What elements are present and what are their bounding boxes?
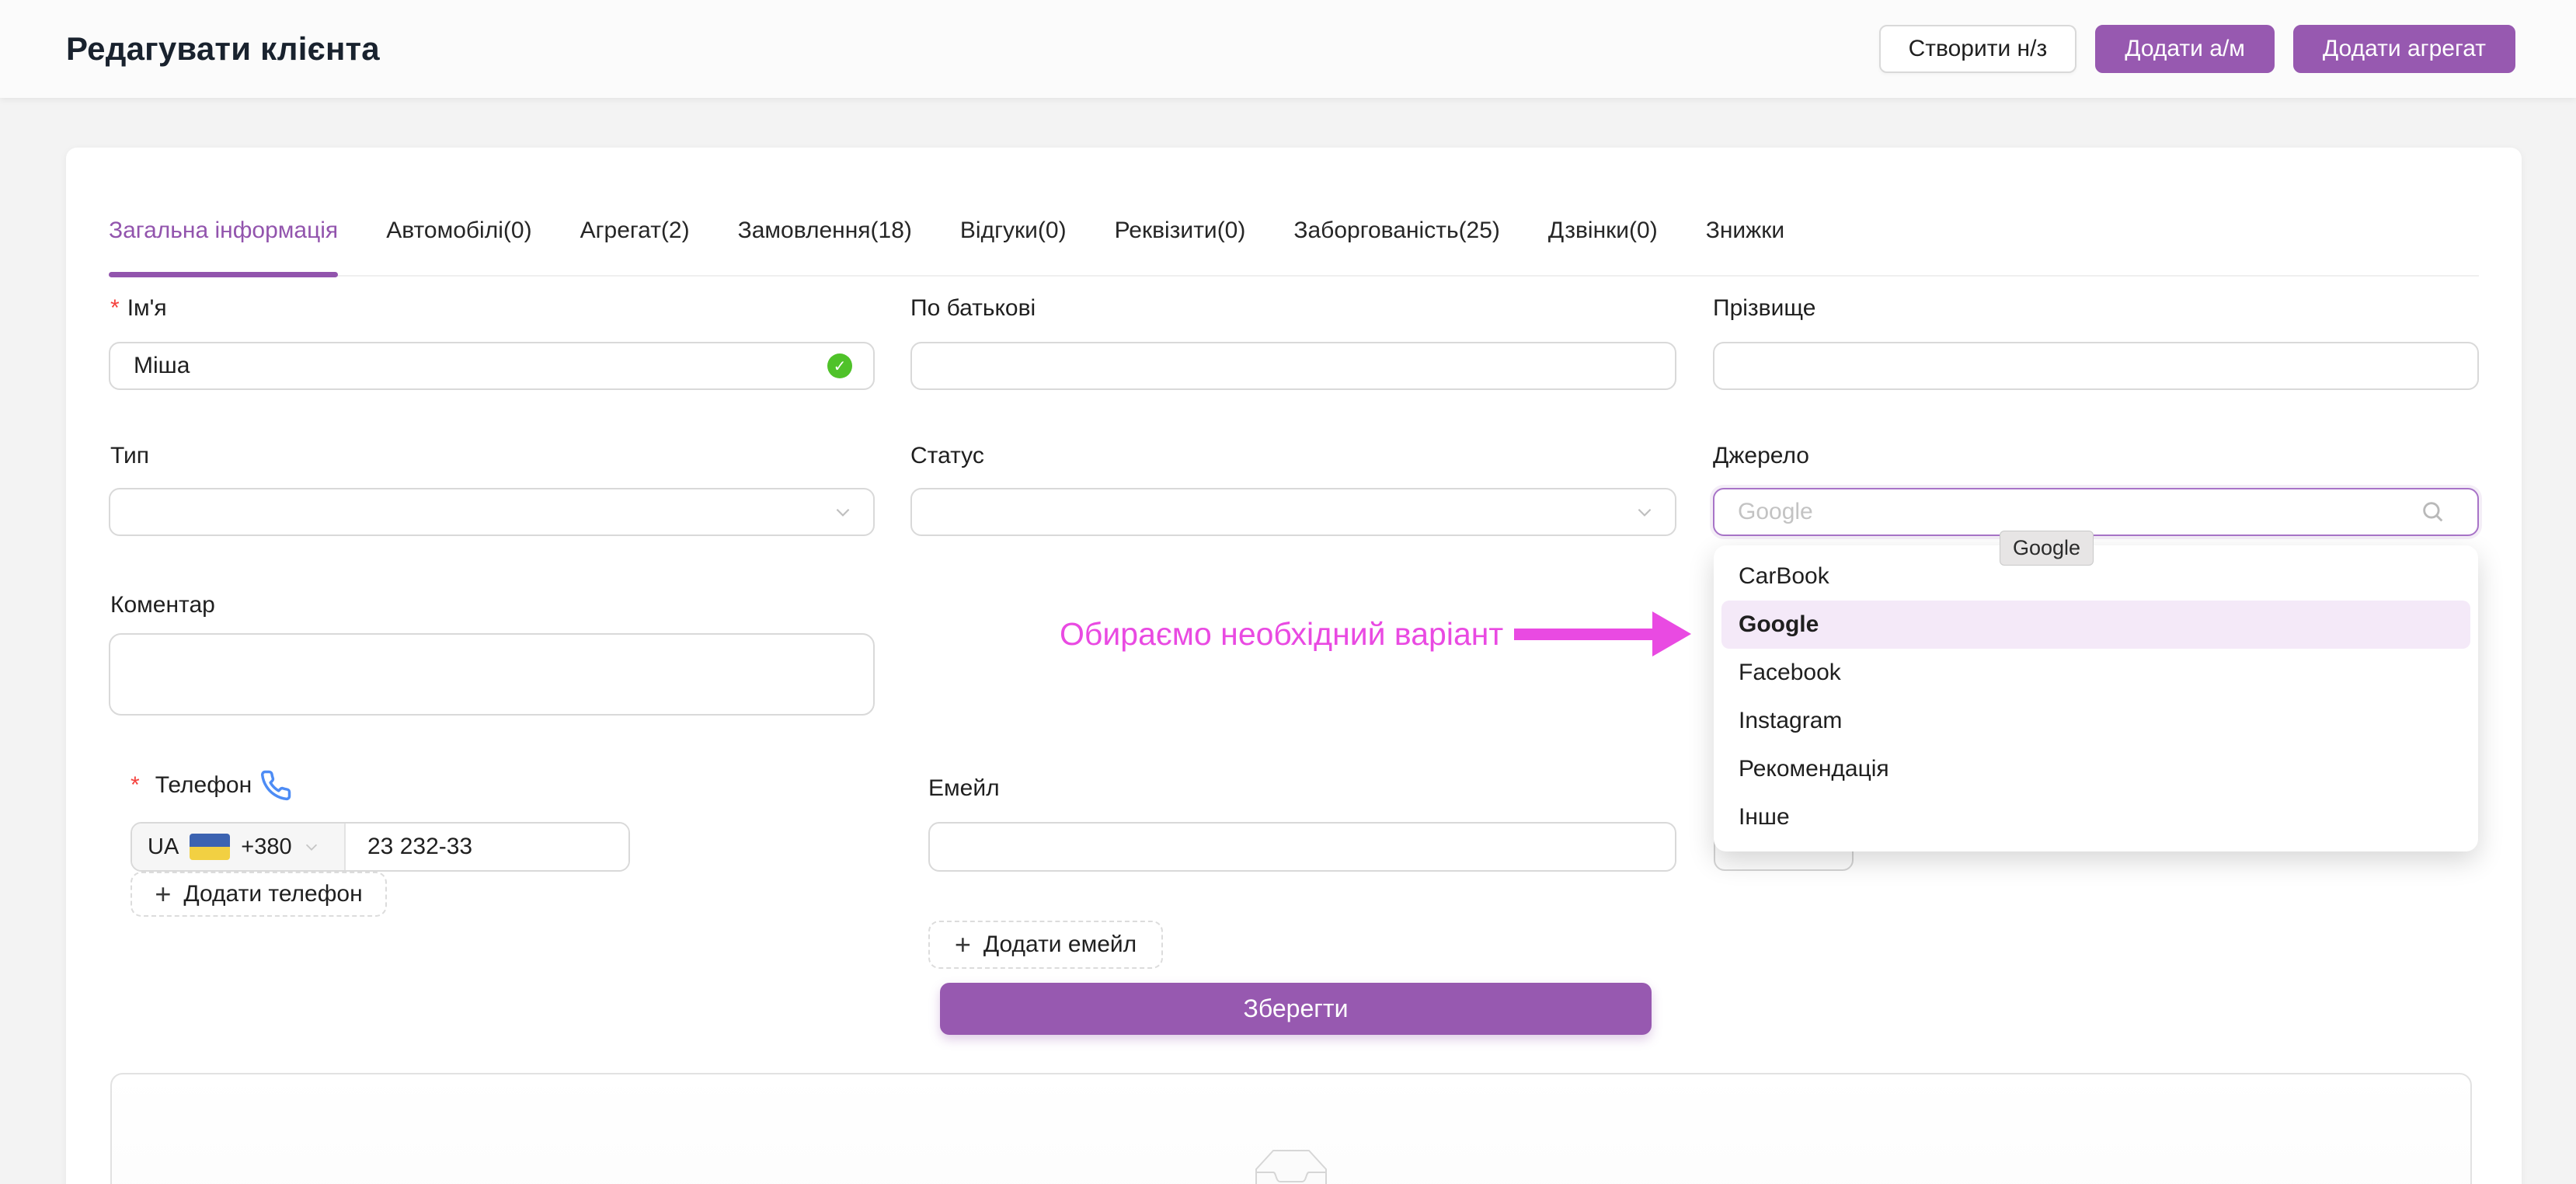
valid-check-icon: ✓	[827, 353, 852, 378]
plus-icon: +	[955, 931, 971, 959]
annotation-arrow	[1514, 629, 1652, 640]
phone-icon	[259, 769, 292, 802]
type-label: Тип	[110, 443, 149, 469]
tab-orders[interactable]: Замовлення(18)	[738, 204, 912, 275]
chevron-down-icon	[833, 502, 853, 522]
topbar-actions: Створити н/з Додати а/м Додати агрегат	[1879, 25, 2515, 73]
source-label: Джерело	[1713, 443, 1809, 469]
source-tooltip: Google	[2000, 531, 2094, 566]
tab-discounts[interactable]: Знижки	[1706, 204, 1784, 275]
tab-debt[interactable]: Заборгованість(25)	[1293, 204, 1500, 275]
last-name-label: Прізвище	[1713, 295, 1815, 322]
tab-aggregate[interactable]: Агрегат(2)	[580, 204, 690, 275]
add-car-button[interactable]: Додати а/м	[2095, 25, 2275, 73]
first-name-input[interactable]	[109, 342, 875, 390]
option-other[interactable]: Інше	[1714, 793, 2478, 841]
dial-code: +380	[241, 834, 291, 860]
annotation: Обираємо необхідний варіант	[1060, 608, 1691, 660]
client-card: Загальна інформація Автомобілі(0) Агрега…	[66, 148, 2522, 1184]
option-carbook[interactable]: CarBook	[1714, 552, 2478, 601]
save-button[interactable]: Зберегти	[940, 983, 1652, 1035]
middle-name-label: По батькові	[910, 295, 1036, 322]
country-code: UA	[148, 834, 179, 860]
add-aggregate-button[interactable]: Додати агрегат	[2293, 25, 2515, 73]
phone-number-input[interactable]	[346, 824, 628, 870]
email-input[interactable]	[928, 822, 1676, 872]
tab-reviews[interactable]: Відгуки(0)	[960, 204, 1067, 275]
comment-textarea[interactable]	[109, 633, 875, 716]
phone-country-selector[interactable]: UA +380	[132, 824, 346, 870]
required-asterisk: *	[110, 295, 120, 321]
tab-calls[interactable]: Дзвінки(0)	[1548, 204, 1658, 275]
annotation-arrowhead-icon	[1652, 611, 1691, 656]
tab-requisites[interactable]: Реквізити(0)	[1115, 204, 1246, 275]
source-search-input[interactable]	[1713, 488, 2479, 536]
email-label: Емейл	[928, 775, 1000, 802]
add-phone-button[interactable]: + Додати телефон	[131, 872, 387, 917]
edit-client-page: Редагувати клієнта Створити н/з Додати а…	[0, 0, 2576, 1184]
status-label: Статус	[910, 443, 984, 469]
type-select[interactable]	[109, 488, 875, 536]
annotation-text: Обираємо необхідний варіант	[1060, 616, 1503, 653]
ukraine-flag-icon	[190, 834, 230, 860]
tab-bar: Загальна інформація Автомобілі(0) Агрега…	[109, 204, 2479, 277]
required-asterisk: *	[131, 772, 140, 799]
tab-general-info[interactable]: Загальна інформація	[109, 204, 338, 275]
plus-icon: +	[155, 880, 171, 908]
option-google[interactable]: Google	[1721, 601, 2470, 649]
first-name-label: *Ім'я	[110, 295, 167, 322]
option-recommendation[interactable]: Рекомендація	[1714, 745, 2478, 793]
phone-input-group: UA +380	[131, 822, 630, 872]
phone-label: Телефон	[155, 772, 252, 799]
comment-label: Коментар	[110, 592, 215, 618]
status-select[interactable]	[910, 488, 1676, 536]
phone-label-row: * Телефон	[131, 769, 292, 802]
chevron-down-icon	[303, 838, 320, 855]
middle-name-input[interactable]	[910, 342, 1676, 390]
empty-inbox-icon	[1255, 1150, 1327, 1184]
create-order-button[interactable]: Створити н/з	[1879, 25, 2077, 73]
tab-cars[interactable]: Автомобілі(0)	[386, 204, 531, 275]
last-name-input[interactable]	[1713, 342, 2479, 390]
page-title: Редагувати клієнта	[66, 30, 1879, 68]
search-icon	[2420, 499, 2446, 525]
topbar: Редагувати клієнта Створити н/з Додати а…	[0, 0, 2576, 98]
option-facebook[interactable]: Facebook	[1714, 649, 2478, 697]
add-email-button[interactable]: + Додати емейл	[928, 921, 1163, 969]
source-dropdown: CarBook Google Facebook Instagram Рекоме…	[1714, 545, 2478, 851]
chevron-down-icon	[1634, 502, 1655, 522]
option-instagram[interactable]: Instagram	[1714, 697, 2478, 745]
